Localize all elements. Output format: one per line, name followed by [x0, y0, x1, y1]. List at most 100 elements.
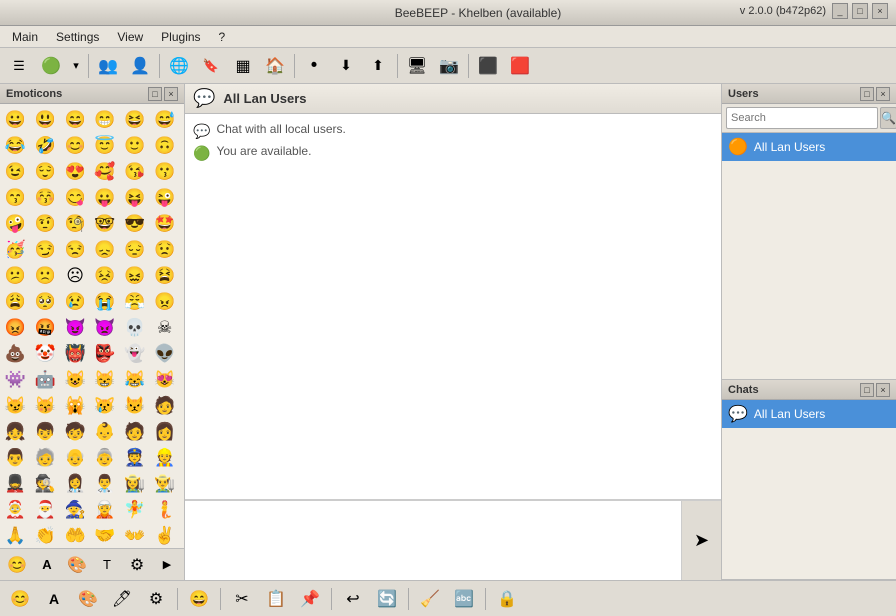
emoji-cell[interactable]: 😌: [33, 159, 58, 184]
status-dropdown-button[interactable]: ▾: [68, 51, 84, 81]
emoji-cell[interactable]: 👮: [122, 445, 147, 470]
settings-tab-button[interactable]: ⚙: [124, 551, 150, 579]
emoji-cell[interactable]: 🤨: [33, 211, 58, 236]
monitor-button[interactable]: 🖥: [402, 51, 432, 81]
emoji-cell[interactable]: 😡: [3, 315, 28, 340]
emoji-cell[interactable]: 👷: [152, 445, 177, 470]
search-input[interactable]: [726, 107, 878, 129]
bookmark-button[interactable]: 🔖: [196, 51, 226, 81]
emoji-cell[interactable]: 😢: [63, 289, 88, 314]
emoji-cell[interactable]: 👻: [122, 341, 147, 366]
emoji-cell[interactable]: ✌: [152, 523, 177, 548]
emoji-cell[interactable]: 🙏: [3, 523, 28, 548]
emoji-cell[interactable]: 😻: [152, 367, 177, 392]
emoji-cell[interactable]: 😈: [63, 315, 88, 340]
emoji-cell[interactable]: 👵: [93, 445, 118, 470]
statusbar-style-button[interactable]: 🖊: [108, 585, 136, 613]
menu-view[interactable]: View: [109, 28, 151, 46]
emoji-cell[interactable]: 😣: [93, 263, 118, 288]
style-tab-button[interactable]: T: [94, 551, 120, 579]
menu-help[interactable]: ?: [211, 28, 234, 46]
emoji-cell[interactable]: 👽: [152, 341, 177, 366]
statusbar-undo-button[interactable]: ↩: [339, 585, 367, 613]
users-close-button[interactable]: ×: [876, 87, 890, 101]
statusbar-color-button[interactable]: 🎨: [74, 585, 102, 613]
emoji-cell[interactable]: 👏: [33, 523, 58, 548]
emoji-cell[interactable]: 🧐: [63, 211, 88, 236]
home-button[interactable]: 🏠: [260, 51, 290, 81]
emoji-cell[interactable]: 👺: [93, 341, 118, 366]
statusbar-clear-button[interactable]: 🧹: [416, 585, 444, 613]
emoji-cell[interactable]: 💀: [122, 315, 147, 340]
chat-group-button[interactable]: ▦: [228, 51, 258, 81]
emoji-cell[interactable]: 🤝: [93, 523, 118, 548]
emoji-cell[interactable]: 😜: [152, 185, 177, 210]
emoji-cell[interactable]: 🤣: [33, 133, 58, 158]
contacts-button[interactable]: 👥: [93, 51, 123, 81]
emoji-cell[interactable]: 😂: [3, 133, 28, 158]
emoji-cell[interactable]: 👩‍⚕️: [63, 471, 88, 496]
emoji-cell[interactable]: 😽: [33, 393, 58, 418]
emoji-cell[interactable]: 😒: [63, 237, 88, 262]
emoji-cell[interactable]: 👩‍🌾: [122, 471, 147, 496]
emoji-cell[interactable]: 🧙: [63, 497, 88, 522]
emoji-cell[interactable]: 😭: [93, 289, 118, 314]
emoji-cell[interactable]: 💩: [3, 341, 28, 366]
emoji-cell[interactable]: 🕵: [33, 471, 58, 496]
statusbar-copy-button[interactable]: 📋: [262, 585, 290, 613]
emoji-cell[interactable]: 🤶: [3, 497, 28, 522]
chats-minimize-button[interactable]: □: [860, 383, 874, 397]
statusbar-encrypt-button[interactable]: 🔒: [493, 585, 521, 613]
statusbar-smiley-button[interactable]: 😊: [6, 585, 34, 613]
emoji-cell[interactable]: 😏: [33, 237, 58, 262]
emoji-cell[interactable]: 🤬: [33, 315, 58, 340]
emoji-cell[interactable]: 😩: [3, 289, 28, 314]
emoji-cell[interactable]: 👐: [122, 523, 147, 548]
emoji-cell[interactable]: 🧜: [152, 497, 177, 522]
emoji-cell[interactable]: 👾: [3, 367, 28, 392]
download-button[interactable]: ⬇: [331, 51, 361, 81]
emoji-cell[interactable]: 🧝: [93, 497, 118, 522]
record-button[interactable]: ⏺: [299, 51, 329, 81]
emoji-cell[interactable]: 🧑: [152, 393, 177, 418]
emoji-cell[interactable]: 😾: [122, 393, 147, 418]
emoji-cell[interactable]: ☹: [63, 263, 88, 288]
close-button[interactable]: ×: [872, 3, 888, 19]
emoji-cell[interactable]: 😼: [3, 393, 28, 418]
emoji-cell[interactable]: 😊: [63, 133, 88, 158]
emoticons-minimize-button[interactable]: □: [148, 87, 162, 101]
emoji-cell[interactable]: 😍: [63, 159, 88, 184]
emoji-cell[interactable]: 😝: [122, 185, 147, 210]
emoji-cell[interactable]: 🧒: [63, 419, 88, 444]
emoji-cell[interactable]: 😹: [122, 367, 147, 392]
chats-close-button[interactable]: ×: [876, 383, 890, 397]
emoji-cell[interactable]: 😁: [93, 107, 118, 132]
emoji-cell[interactable]: 🥺: [33, 289, 58, 314]
menu-plugins[interactable]: Plugins: [153, 28, 208, 46]
emoji-cell[interactable]: 🤓: [93, 211, 118, 236]
menu-settings[interactable]: Settings: [48, 28, 107, 46]
emoji-cell[interactable]: 🥰: [93, 159, 118, 184]
emoji-cell[interactable]: 👦: [33, 419, 58, 444]
emoji-cell[interactable]: 👩: [152, 419, 177, 444]
emoji-cell[interactable]: 💂: [3, 471, 28, 496]
status-online-button[interactable]: 🟢: [36, 51, 66, 81]
emoji-cell[interactable]: 😘: [122, 159, 147, 184]
statusbar-settings-button[interactable]: ⚙: [142, 585, 170, 613]
emoji-cell[interactable]: 👨‍⚕️: [93, 471, 118, 496]
camera-button[interactable]: 📷: [434, 51, 464, 81]
statusbar-spell-button[interactable]: 🔤: [450, 585, 478, 613]
window-controls[interactable]: _ □ ×: [832, 3, 888, 19]
user-item-all-lan[interactable]: 🟠 All Lan Users: [722, 133, 896, 161]
emoji-cell[interactable]: 👶: [93, 419, 118, 444]
emoji-cell[interactable]: 🙃: [152, 133, 177, 158]
emoji-cell[interactable]: 👧: [3, 419, 28, 444]
emoji-cell[interactable]: 😠: [152, 289, 177, 314]
qr-button[interactable]: ⬛: [473, 51, 503, 81]
toggle-sidebar-button[interactable]: ☰: [4, 51, 34, 81]
send-button[interactable]: ➤: [681, 501, 721, 580]
emoji-cell[interactable]: 👴: [63, 445, 88, 470]
emoji-cell[interactable]: 🧑: [122, 419, 147, 444]
statusbar-sticker-button[interactable]: 😄: [185, 585, 213, 613]
emoji-cell[interactable]: 😸: [93, 367, 118, 392]
